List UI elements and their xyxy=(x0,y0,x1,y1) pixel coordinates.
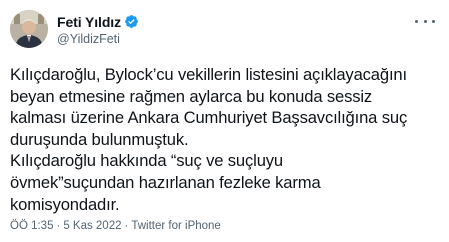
name-row: Feti Yıldız xyxy=(57,13,139,31)
avatar[interactable] xyxy=(10,10,48,48)
tweet-text-line: duruşunda bulunmuştuk. xyxy=(10,129,189,149)
tweet-text-line: Kılıçdaroğlu hakkında “suç ve suçluyu xyxy=(10,151,284,171)
tweet-card: Feti Yıldız @YildizFeti Kılıçdaroğlu, By… xyxy=(0,0,449,242)
tweet-text-line: komisyondadır. xyxy=(10,194,120,214)
avatar-photo-icon xyxy=(10,10,48,48)
author-display-name[interactable]: Feti Yıldız xyxy=(57,14,121,30)
tweet-date[interactable]: 5 Kas 2022 xyxy=(63,220,121,232)
tweet-source: Twitter for iPhone xyxy=(131,220,221,232)
tweet-meta: ÖÖ 1:35 · 5 Kas 2022 · Twitter for iPhone xyxy=(10,220,221,232)
tweet-text-line: beyan etmesine rağmen aylarca bu konuda … xyxy=(10,86,373,106)
tweet-text-line: övmek”suçundan hazırlanan fezleke karma xyxy=(10,172,321,192)
more-options-icon[interactable] xyxy=(415,14,435,28)
tweet-text-line: Kılıçdaroğlu, Bylock’cu vekillerin liste… xyxy=(10,65,407,84)
author-names: Feti Yıldız @YildizFeti xyxy=(57,13,139,46)
tweet-time[interactable]: ÖÖ 1:35 xyxy=(10,220,53,232)
meta-separator: · xyxy=(56,220,61,232)
dot xyxy=(432,19,435,23)
author-handle[interactable]: @YildizFeti xyxy=(57,32,139,46)
dot xyxy=(415,19,418,23)
dot xyxy=(423,19,427,23)
meta-separator: · xyxy=(124,220,129,232)
tweet-header: Feti Yıldız @YildizFeti xyxy=(10,8,139,50)
tweet-text: Kılıçdaroğlu, Bylock’cu vekillerin liste… xyxy=(10,64,440,215)
verified-badge-icon xyxy=(124,14,139,29)
tweet-text-line: kalması üzerine Ankara Cumhuriyet Başsav… xyxy=(10,108,408,128)
